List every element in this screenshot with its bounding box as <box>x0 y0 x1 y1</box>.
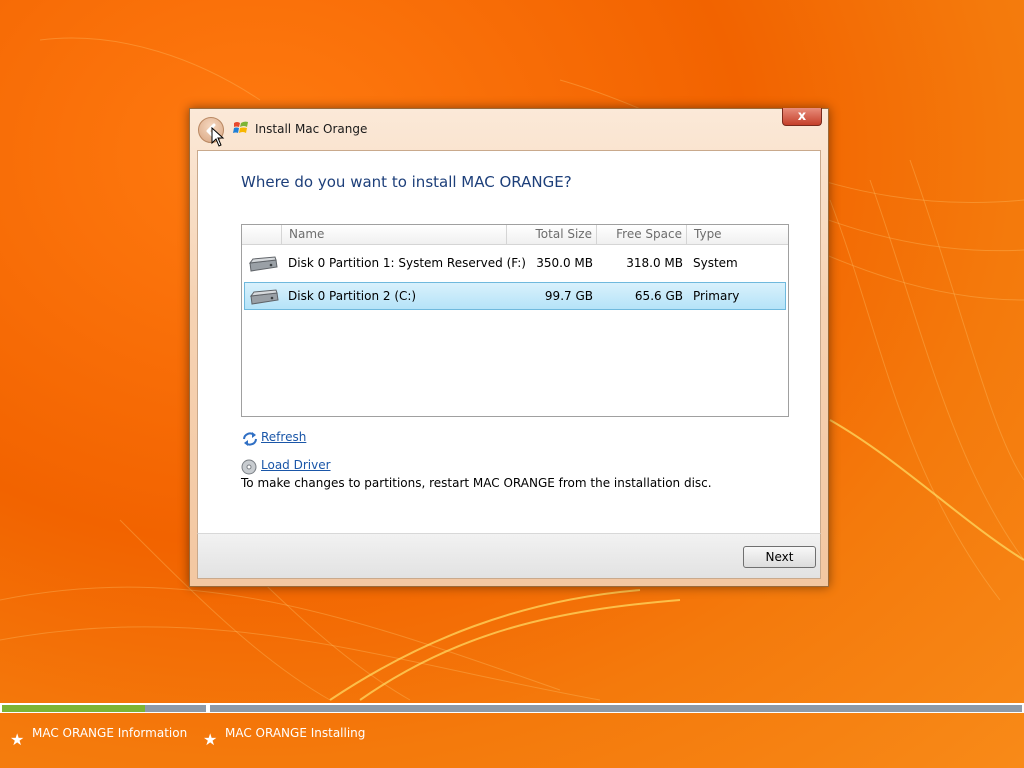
table-row-selected[interactable]: Disk 0 Partition 2 (C:) 99.7 GB 65.6 GB … <box>244 282 786 310</box>
column-header-total-size[interactable]: Total Size <box>506 225 596 244</box>
progress-fill-information <box>2 705 145 712</box>
partition-total-size: 350.0 MB <box>536 256 593 270</box>
partition-name: Disk 0 Partition 2 (C:) <box>288 289 417 303</box>
next-button[interactable]: Next <box>743 546 816 568</box>
step-label: MAC ORANGE Installing <box>225 726 366 740</box>
mouse-cursor-icon <box>211 127 225 147</box>
table-row[interactable]: Disk 0 Partition 1: System Reserved (F:)… <box>244 250 786 278</box>
hard-disk-icon <box>249 289 279 305</box>
star-icon: ★ <box>203 730 218 749</box>
cd-disc-icon <box>241 459 257 475</box>
column-header-icon <box>242 225 281 244</box>
partition-name: Disk 0 Partition 1: System Reserved (F:) <box>288 256 526 270</box>
close-button[interactable]: x <box>782 108 822 126</box>
column-header-free-space[interactable]: Free Space <box>596 225 686 244</box>
close-icon: x <box>797 109 807 124</box>
refresh-link[interactable]: Refresh <box>261 430 306 444</box>
window-title: Install Mac Orange <box>255 122 368 136</box>
dialog-footer: Next <box>197 533 821 579</box>
windows-logo-icon <box>233 121 248 133</box>
progress-segment-installing <box>210 705 1022 712</box>
step-label: MAC ORANGE Information <box>32 726 188 740</box>
load-driver-link[interactable]: Load Driver <box>261 458 331 472</box>
partition-free-space: 318.0 MB <box>626 256 683 270</box>
page-heading: Where do you want to install MAC ORANGE? <box>241 173 572 191</box>
star-icon: ★ <box>10 730 25 749</box>
content-panel: Where do you want to install MAC ORANGE?… <box>197 150 821 534</box>
partition-total-size: 99.7 GB <box>544 289 593 303</box>
partition-free-space: 65.6 GB <box>634 289 683 303</box>
column-header-name[interactable]: Name <box>281 225 506 244</box>
partition-type: Primary <box>693 289 740 303</box>
partition-type: System <box>693 256 738 270</box>
install-dialog: Install Mac Orange x Where do you want t… <box>189 108 829 587</box>
refresh-icon <box>243 432 257 446</box>
partition-note: To make changes to partitions, restart M… <box>241 476 712 490</box>
hard-disk-icon <box>248 256 278 272</box>
partition-table: Name Total Size Free Space Type Disk 0 P… <box>241 224 789 417</box>
table-header: Name Total Size Free Space Type <box>242 225 788 245</box>
column-header-type[interactable]: Type <box>686 225 788 244</box>
